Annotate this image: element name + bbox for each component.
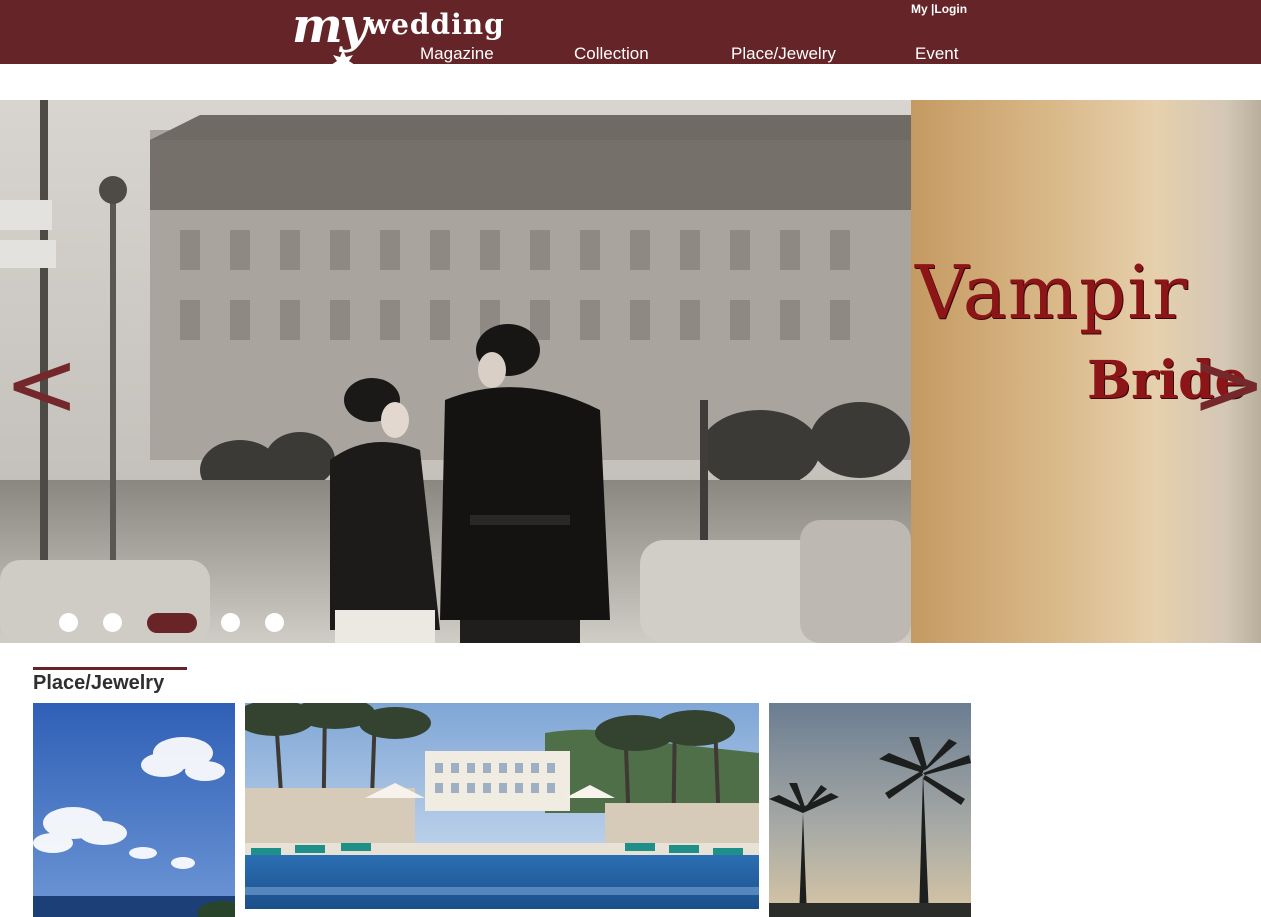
slider-dot[interactable] [59,613,78,632]
section-title-rule [33,667,187,670]
nav-item-collection[interactable]: Collection [574,44,649,64]
pool-resort-photo [245,703,759,909]
account-links: My |Login [911,2,967,16]
slider-dot[interactable] [103,613,122,632]
my-link[interactable]: My [911,2,928,16]
sky-ocean-photo [33,703,235,917]
leaf-icon [331,50,355,78]
logo-my-text: my [292,0,368,54]
slider-dot[interactable] [221,613,240,632]
slider-dot-active[interactable] [147,613,197,633]
palm-trees-photo [769,703,971,917]
place-thumbnail[interactable] [33,703,235,917]
place-thumbnail[interactable] [769,703,971,917]
slider-prev-arrow[interactable]: < [4,340,79,430]
slider-next-arrow[interactable]: > [1191,340,1261,430]
place-thumbnail[interactable] [245,703,759,909]
logo-wedding-text: wedding [366,8,505,41]
nav-item-magazine[interactable]: Magazine [420,44,494,64]
site-logo[interactable]: my wedding [292,0,504,78]
slide-couple-photo[interactable] [0,100,911,643]
nav-item-place-jewelry[interactable]: Place/Jewelry [731,44,836,64]
site-header: my wedding Magazine Collection Place/Jew… [0,0,1261,78]
nav-item-event[interactable]: Event [915,44,958,64]
slide-title: Vampir [915,250,1189,336]
login-link[interactable]: Login [934,2,967,16]
couple-street-photo [0,100,911,643]
section-title: Place/Jewelry [33,672,165,694]
hero-slider[interactable]: Vampir Bride < > [0,100,1261,643]
slider-dot[interactable] [265,613,284,632]
